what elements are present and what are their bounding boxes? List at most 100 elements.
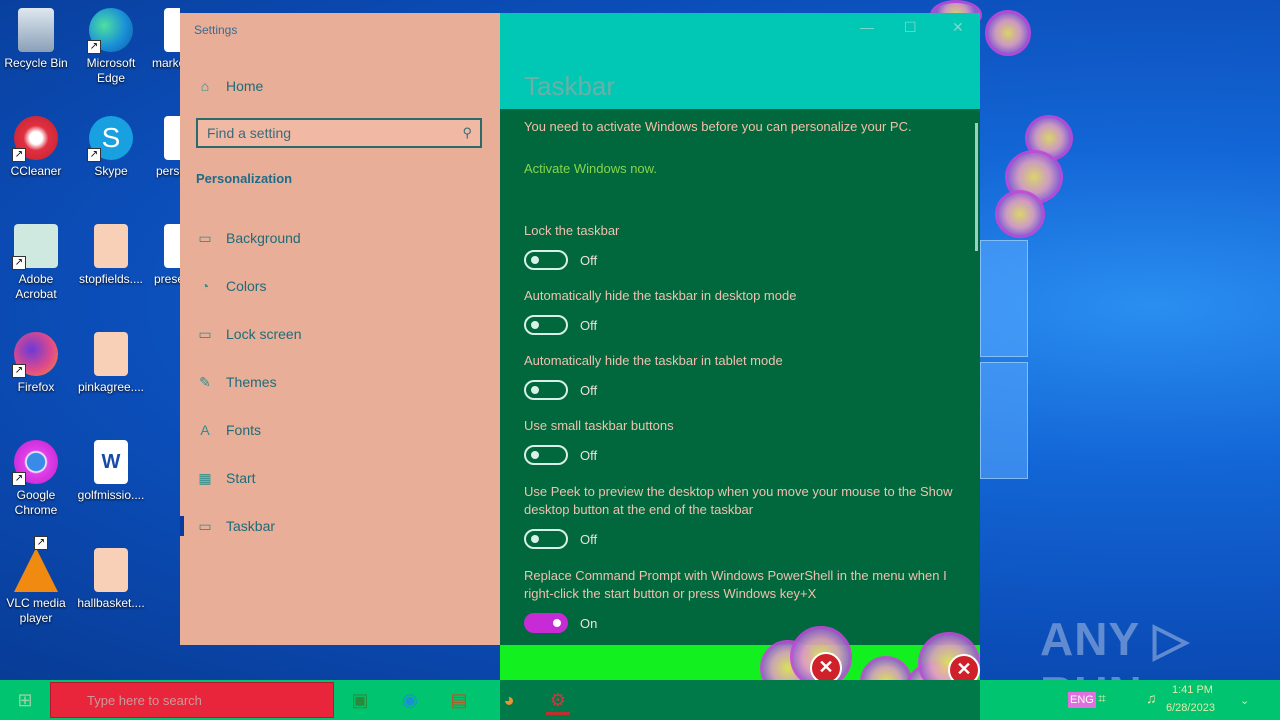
firefox-taskbar-icon[interactable]: ◕ <box>497 688 521 712</box>
nav-background[interactable]: ▭ Background <box>196 222 486 254</box>
clock-date[interactable]: 6/28/2023 <box>1166 702 1215 714</box>
autohide-tablet-toggle[interactable] <box>524 380 568 400</box>
fonts-icon: A <box>200 422 210 438</box>
desktop-icon-label: Recycle Bin <box>4 56 68 70</box>
volume-icon[interactable]: ♫ <box>1146 690 1157 706</box>
desktop-icon-label: marke <box>152 56 180 70</box>
settings-window: Settings ⌂ Home ⚲ Personalization ▭ Back… <box>180 13 980 680</box>
store-taskbar-icon[interactable]: ▤ <box>447 688 471 712</box>
desktop-icon-label: Microsoft Edge <box>86 56 136 85</box>
acrobat-icon: ↗ <box>12 224 58 270</box>
image-file-icon <box>94 548 128 592</box>
network-icon[interactable]: ⌗ <box>1098 690 1106 707</box>
task-view-icon[interactable]: ▣ <box>348 688 372 712</box>
desktop-icon-word-doc[interactable]: W golfmissio.... <box>75 440 147 503</box>
desktop-icon-label: stopfields.... <box>78 272 144 286</box>
image-file-icon <box>94 224 128 268</box>
search-icon[interactable]: ⚲ <box>462 125 472 141</box>
option-label: Use small taskbar buttons <box>524 418 674 433</box>
desktop-icon-label: Google Chrome <box>14 488 58 517</box>
word-doc-icon: W <box>94 440 128 484</box>
desktop-icon-file[interactable]: stopfields.... <box>75 224 147 287</box>
window-title: Settings <box>194 23 238 37</box>
toggle-state: Off <box>580 448 598 463</box>
lock-screen-icon: ▭ <box>198 326 212 342</box>
find-setting-search: ⚲ <box>196 118 482 148</box>
desktop-icon-file[interactable]: hallbasket.... <box>75 548 147 611</box>
nav-label: Lock screen <box>226 326 302 342</box>
glitch-artifact <box>995 190 1045 238</box>
clock-time[interactable]: 1:41 PM <box>1172 684 1213 696</box>
start-button[interactable]: ⊞ <box>13 688 37 712</box>
settings-taskbar-icon[interactable]: ⚙ <box>546 688 570 715</box>
toggle-knob <box>531 451 539 459</box>
desktop-icon-recycle-bin[interactable]: Recycle Bin <box>0 8 72 71</box>
option-label: Automatically hide the taskbar in deskto… <box>524 288 797 303</box>
desktop-icon-word-doc[interactable]: prese <box>140 224 180 287</box>
desktop-icon-word-doc[interactable]: marke <box>140 8 180 71</box>
toggle-knob <box>531 535 539 543</box>
toggle-knob <box>531 321 539 329</box>
taskbar-search-box[interactable]: Type here to search <box>50 682 334 718</box>
nav-label: Background <box>226 230 301 246</box>
close-button[interactable]: ✕ <box>952 19 964 36</box>
nav-colors[interactable]: ◔ Colors <box>196 270 486 302</box>
firefox-icon: ↗ <box>12 332 58 378</box>
desktop-icon-file[interactable]: perso <box>140 116 180 179</box>
chevron-down-icon[interactable]: ⌄ <box>1240 694 1249 707</box>
toggle-knob <box>553 619 561 627</box>
edge-taskbar-icon[interactable]: ◉ <box>398 688 422 712</box>
home-icon: ⌂ <box>200 78 210 94</box>
nav-lock-screen[interactable]: ▭ Lock screen <box>196 318 486 350</box>
nav-label: Home <box>226 78 264 94</box>
desktop-icon-chrome[interactable]: ↗ Google Chrome <box>0 440 72 518</box>
desktop-icon-label: golfmissio.... <box>77 488 145 502</box>
desktop-icon-file[interactable]: pinkagree.... <box>75 332 147 395</box>
image-file-icon <box>94 332 128 376</box>
recycle-bin-icon <box>18 8 54 52</box>
nav-label: Colors <box>226 278 267 294</box>
peek-toggle[interactable] <box>524 529 568 549</box>
desktop-icon-skype[interactable]: S ↗ Skype <box>75 116 147 179</box>
skype-icon: S ↗ <box>87 116 133 162</box>
nav-label: Start <box>226 470 256 486</box>
small-buttons-toggle[interactable] <box>524 445 568 465</box>
desktop-icon-vlc[interactable]: ↗ VLC media player <box>0 536 72 626</box>
desktop-icon-edge[interactable]: ↗ Microsoft Edge <box>75 8 147 86</box>
desktop-icon-label: perso <box>156 164 180 178</box>
lock-taskbar-toggle[interactable] <box>524 250 568 270</box>
desktop-icon-label: hallbasket.... <box>77 596 145 610</box>
powershell-toggle[interactable] <box>524 613 568 633</box>
nav-fonts[interactable]: A Fonts <box>196 414 486 446</box>
nav-home[interactable]: ⌂ Home <box>196 70 486 102</box>
desktop-icon-firefox[interactable]: ↗ Firefox <box>0 332 72 395</box>
activate-windows-link[interactable]: Activate Windows now. <box>524 161 657 176</box>
nav-themes[interactable]: ✎ Themes <box>196 366 486 398</box>
option-label: Automatically hide the taskbar in tablet… <box>524 353 783 368</box>
toggle-state: Off <box>580 532 598 547</box>
maximize-button[interactable]: ☐ <box>904 19 917 36</box>
tray-lang[interactable]: ENG <box>1068 692 1096 708</box>
ccleaner-icon: ↗ <box>12 116 58 162</box>
edge-icon: ↗ <box>87 8 133 54</box>
nav-start[interactable]: ▦ Start <box>196 462 486 494</box>
vlc-icon: ↗ <box>14 536 58 592</box>
start-icon: ▦ <box>198 470 212 486</box>
minimize-button[interactable]: — <box>860 19 874 35</box>
toggle-state: Off <box>580 383 598 398</box>
category-heading: Personalization <box>196 171 293 186</box>
toggle-state: On <box>580 616 598 631</box>
image-icon: ▭ <box>198 230 212 246</box>
chrome-icon: ↗ <box>12 440 58 486</box>
content-scrollbar[interactable] <box>975 123 978 251</box>
search-input[interactable] <box>198 124 449 142</box>
desktop-icon-adobe-acrobat[interactable]: ↗ Adobe Acrobat <box>0 224 72 302</box>
desktop-icon-ccleaner[interactable]: ↗ CCleaner <box>0 116 72 179</box>
nav-label: Taskbar <box>226 518 276 534</box>
nav-taskbar[interactable]: ▭ Taskbar <box>180 510 486 542</box>
desktop-icon-label: CCleaner <box>10 164 62 178</box>
desktop-icon-label: pinkagree.... <box>77 380 145 394</box>
page-title: Taskbar <box>524 71 616 101</box>
autohide-desktop-toggle[interactable] <box>524 315 568 335</box>
toggle-state: Off <box>580 253 598 268</box>
